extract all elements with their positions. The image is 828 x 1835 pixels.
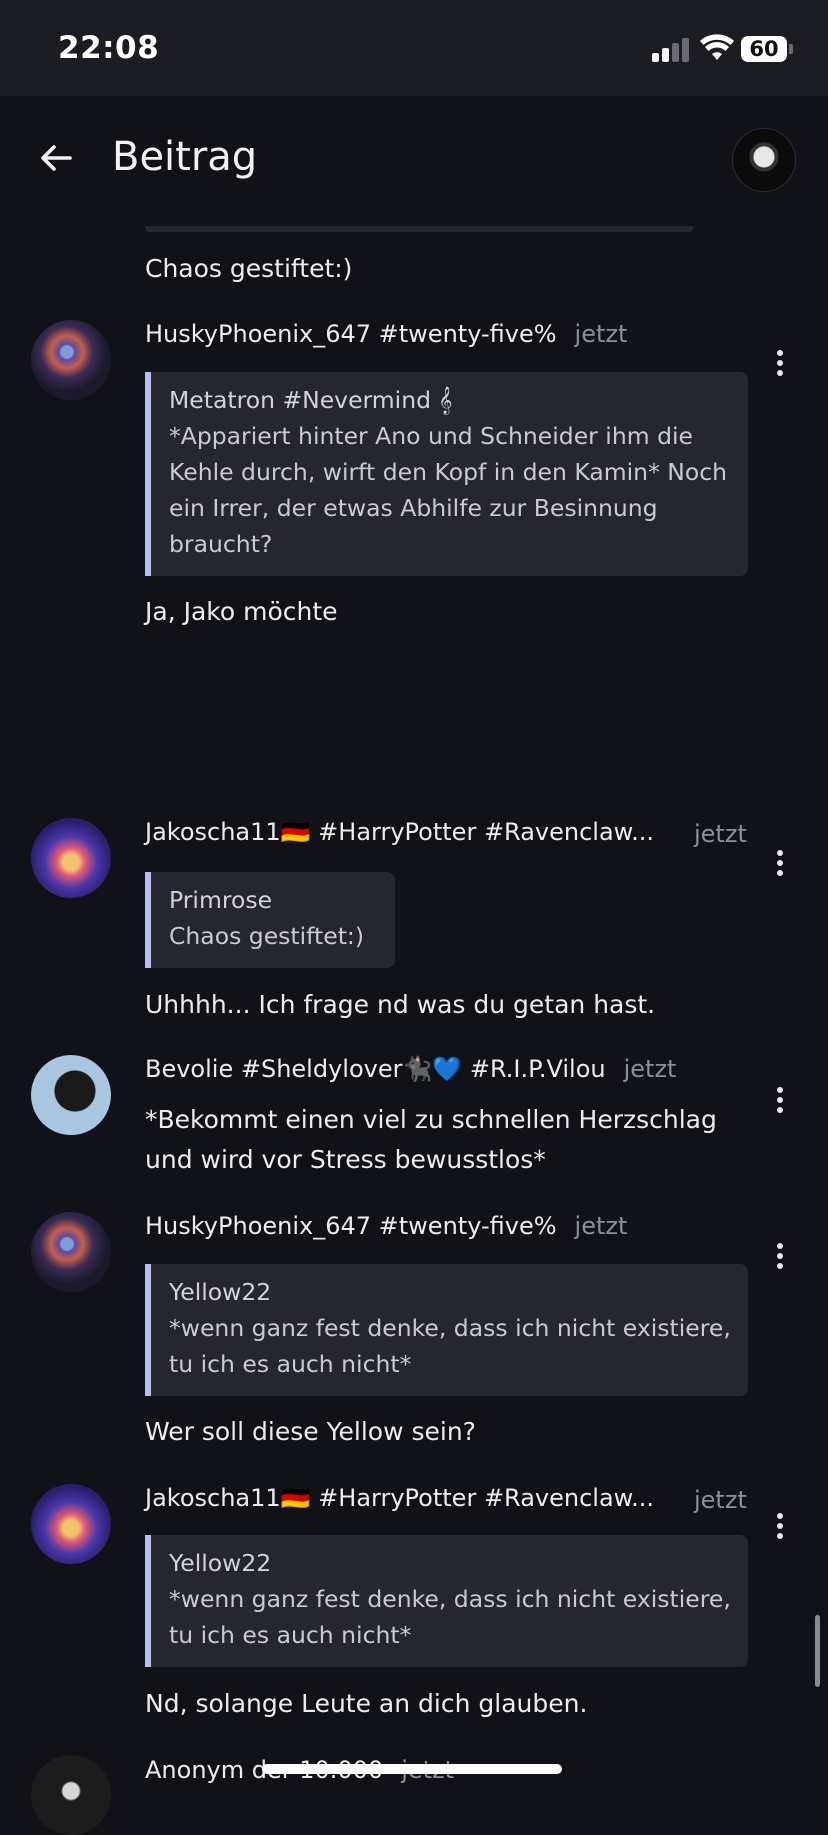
quote-author: Primrose <box>169 886 273 914</box>
quoted-comment[interactable]: Yellow22 *wenn ganz fest denke, dass ich… <box>145 1264 748 1396</box>
quoted-comment[interactable]: Yellow22 *wenn ganz fest denke, dass ich… <box>145 1535 748 1667</box>
comment-text: *Bekommt einen viel zu schnellen Herzsch… <box>145 1105 717 1174</box>
wifi-icon <box>700 34 734 60</box>
home-indicator[interactable] <box>262 1764 562 1774</box>
comment-text: Uhhhh... Ich frage nd was du getan hast. <box>145 990 656 1019</box>
more-options-icon[interactable] <box>772 350 788 380</box>
comment-header: Jakoscha11🇩🇪 #HarryPotter #Ravenclaw... <box>145 818 654 852</box>
app-header: Beitrag <box>0 96 828 226</box>
more-options-icon[interactable] <box>772 1087 788 1117</box>
comment-time: jetzt <box>694 820 747 848</box>
quote-text: *wenn ganz fest denke, dass ich nicht ex… <box>169 1314 731 1378</box>
avatar[interactable] <box>31 1055 111 1135</box>
comment-text: Nd, solange Leute an dich glauben. <box>145 1689 588 1718</box>
quoted-comment[interactable]: Primrose Chaos gestiftet:) <box>145 872 395 968</box>
back-arrow-icon[interactable] <box>36 138 76 178</box>
avatar[interactable] <box>31 1484 111 1564</box>
quote-author: Yellow22 <box>169 1549 272 1577</box>
status-bar: 22:08 60 <box>0 0 828 96</box>
more-options-icon[interactable] <box>772 1513 788 1543</box>
comment-text-fragment: Chaos gestiftet:) <box>145 254 353 283</box>
author-name[interactable]: HuskyPhoenix_647 #twenty-five% <box>145 1212 557 1240</box>
comment-time: jetzt <box>623 1055 677 1083</box>
author-name[interactable]: Jakoscha11🇩🇪 #HarryPotter #Ravenclaw... <box>145 818 654 846</box>
comment-header: HuskyPhoenix_647 #twenty-five% jetzt <box>145 1212 627 1246</box>
battery-icon: 60 <box>741 36 787 62</box>
battery-tip <box>789 44 793 54</box>
quote-author: Yellow22 <box>169 1278 272 1306</box>
author-name[interactable]: Bevolie #Sheldylover🐈‍⬛💙 #R.I.P.Vilou <box>145 1055 606 1083</box>
comment-header: Bevolie #Sheldylover🐈‍⬛💙 #R.I.P.Vilou je… <box>145 1055 676 1089</box>
more-options-icon[interactable] <box>772 1243 788 1273</box>
cellular-signal-icon <box>652 38 690 62</box>
avatar[interactable] <box>31 1212 111 1292</box>
status-time: 22:08 <box>58 30 160 66</box>
avatar[interactable] <box>31 1755 111 1835</box>
avatar[interactable] <box>31 818 111 898</box>
user-avatar[interactable] <box>732 128 796 192</box>
battery-level: 60 <box>749 37 779 61</box>
comment-header: HuskyPhoenix_647 #twenty-five% jetzt <box>145 320 627 354</box>
comment-time: jetzt <box>694 1486 747 1514</box>
quote-text: Chaos gestiftet:) <box>169 922 364 950</box>
comment-header: Jakoscha11🇩🇪 #HarryPotter #Ravenclaw... <box>145 1484 654 1518</box>
comment-time: jetzt <box>574 1212 628 1240</box>
scrollbar[interactable] <box>815 1615 820 1687</box>
avatar[interactable] <box>31 320 111 400</box>
quoted-comment[interactable]: Metatron #Nevermind 𝄞 *Appariert hinter … <box>145 372 748 576</box>
quote-author: Metatron #Nevermind 𝄞 <box>169 386 453 414</box>
comment-text: Wer soll diese Yellow sein? <box>145 1417 476 1446</box>
comment-text: Ja, Jako möchte <box>145 597 338 626</box>
page-title: Beitrag <box>112 134 258 180</box>
quote-text: *Appariert hinter Ano und Schneider ihm … <box>169 422 728 558</box>
author-name[interactable]: Jakoscha11🇩🇪 #HarryPotter #Ravenclaw... <box>145 1484 654 1512</box>
quote-text: *wenn ganz fest denke, dass ich nicht ex… <box>169 1585 731 1649</box>
author-name[interactable]: HuskyPhoenix_647 #twenty-five% <box>145 320 557 348</box>
comment-time: jetzt <box>574 320 628 348</box>
more-options-icon[interactable] <box>772 850 788 880</box>
